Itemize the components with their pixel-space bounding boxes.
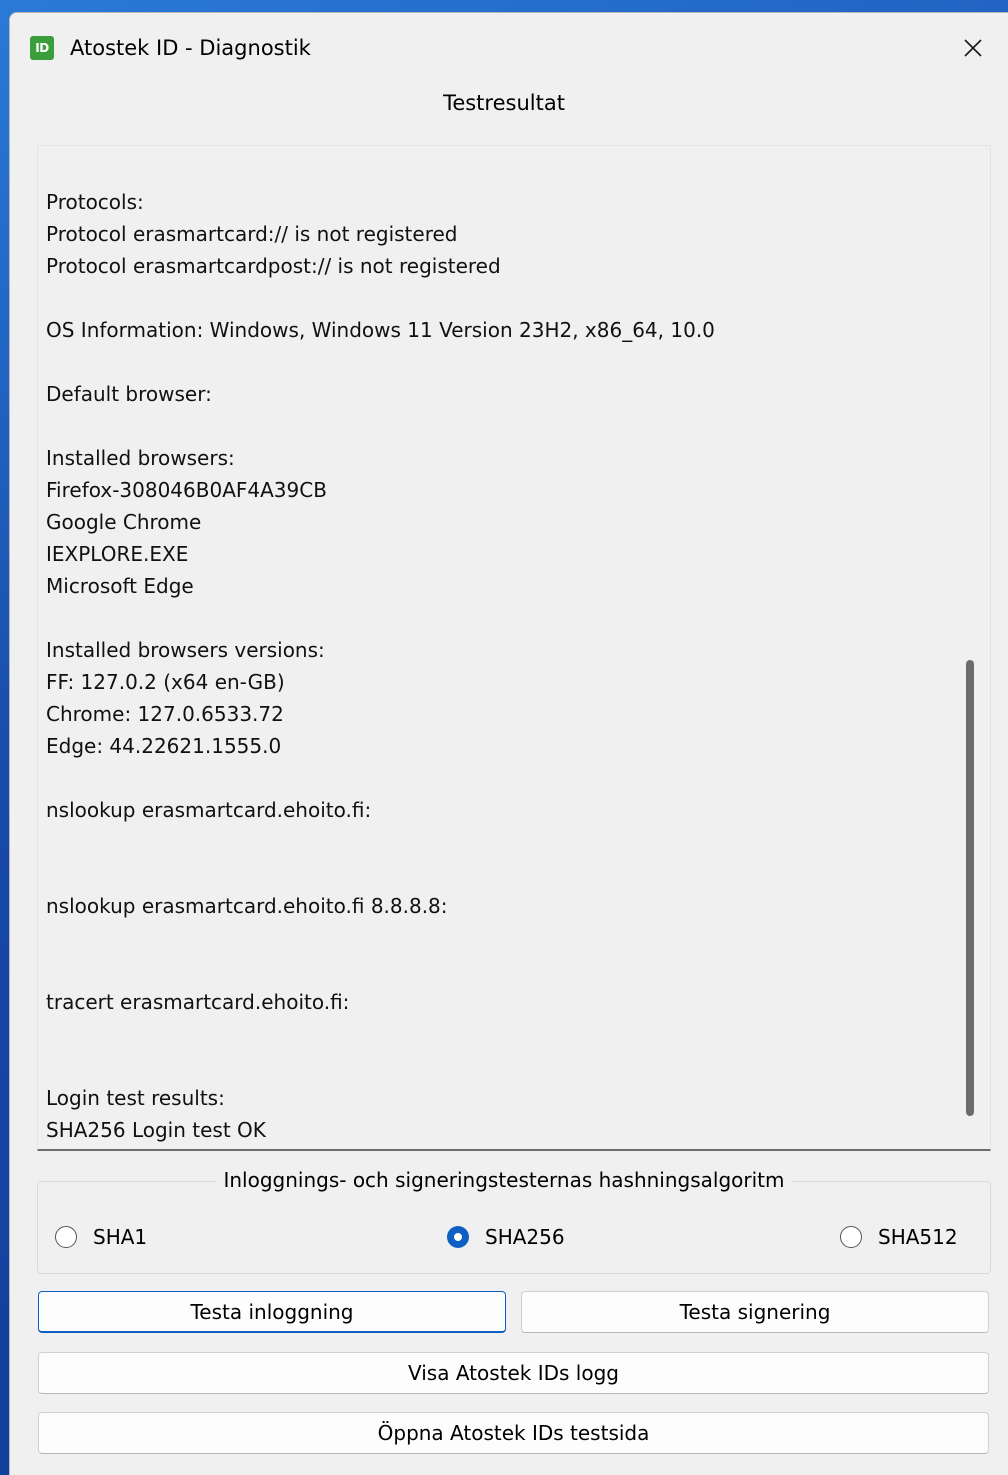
results-textarea[interactable]: Protocols: Protocol erasmartcard:// is no… xyxy=(37,145,991,1151)
scrollbar-thumb[interactable] xyxy=(966,660,974,1116)
result-line xyxy=(46,826,946,858)
results-scrollbar[interactable] xyxy=(954,146,990,1149)
result-line xyxy=(46,1050,946,1082)
app-logo-icon: ID xyxy=(30,36,54,60)
title-bar: ID Atostek ID - Diagnostik xyxy=(10,13,1008,77)
result-line: nslookup erasmartcard.ehoito.fi 8.8.8.8: xyxy=(46,894,448,918)
radio-sha512-circle[interactable] xyxy=(840,1226,862,1248)
result-line xyxy=(46,282,946,314)
result-line: Chrome: 127.0.6533.72 xyxy=(46,702,284,726)
result-line: OS Information: Windows, Windows 11 Vers… xyxy=(46,318,715,342)
radio-sha256[interactable]: SHA256 xyxy=(447,1222,565,1252)
result-line xyxy=(46,346,946,378)
result-line: Protocols: xyxy=(46,190,144,214)
radio-sha1[interactable]: SHA1 xyxy=(55,1222,147,1252)
result-line xyxy=(46,762,946,794)
test-login-button[interactable]: Testa inloggning xyxy=(38,1291,506,1333)
result-line: Installed browsers versions: xyxy=(46,638,325,662)
result-line: Firefox-308046B0AF4A39CB xyxy=(46,478,327,502)
hash-algorithm-legend: Inloggnings- och signeringstesternas has… xyxy=(0,1166,1008,1194)
result-line: FF: 127.0.2 (x64 en-GB) xyxy=(46,670,285,694)
close-icon xyxy=(964,39,982,57)
result-line: Google Chrome xyxy=(46,510,202,534)
result-line xyxy=(46,858,946,890)
result-line: Default browser: xyxy=(46,382,212,406)
result-line: Login test results: xyxy=(46,1086,225,1110)
result-line: Edge: 44.22621.1555.0 xyxy=(46,734,282,758)
result-line xyxy=(46,922,946,954)
test-sign-button[interactable]: Testa signering xyxy=(521,1291,989,1333)
open-testpage-button[interactable]: Öppna Atostek IDs testsida xyxy=(38,1412,989,1454)
radio-sha1-circle[interactable] xyxy=(55,1226,77,1248)
window-title: Atostek ID - Diagnostik xyxy=(70,36,311,60)
result-line: nslookup erasmartcard.ehoito.fi: xyxy=(46,798,372,822)
show-log-button[interactable]: Visa Atostek IDs logg xyxy=(38,1352,989,1394)
result-line: Microsoft Edge xyxy=(46,574,194,598)
result-line: tracert erasmartcard.ehoito.fi: xyxy=(46,990,350,1014)
result-line xyxy=(46,602,946,634)
result-line: Installed browsers: xyxy=(46,446,235,470)
radio-sha1-label: SHA1 xyxy=(93,1225,148,1249)
result-line: Protocol erasmartcard:// is not register… xyxy=(46,222,458,246)
close-button[interactable] xyxy=(950,25,996,71)
radio-sha256-circle[interactable] xyxy=(447,1226,469,1248)
results-content: Protocols: Protocol erasmartcard:// is no… xyxy=(46,186,946,1146)
result-line: Protocol erasmartcardpost:// is not regi… xyxy=(46,254,501,278)
radio-sha256-label: SHA256 xyxy=(485,1225,565,1249)
result-line: SHA256 Login test OK xyxy=(46,1118,266,1142)
result-line xyxy=(46,1018,946,1050)
result-line xyxy=(46,410,946,442)
result-line xyxy=(46,954,946,986)
radio-sha512-label: SHA512 xyxy=(878,1225,958,1249)
result-line: IEXPLORE.EXE xyxy=(46,542,189,566)
results-heading: Testresultat xyxy=(443,91,565,115)
radio-sha512[interactable]: SHA512 xyxy=(840,1222,958,1252)
